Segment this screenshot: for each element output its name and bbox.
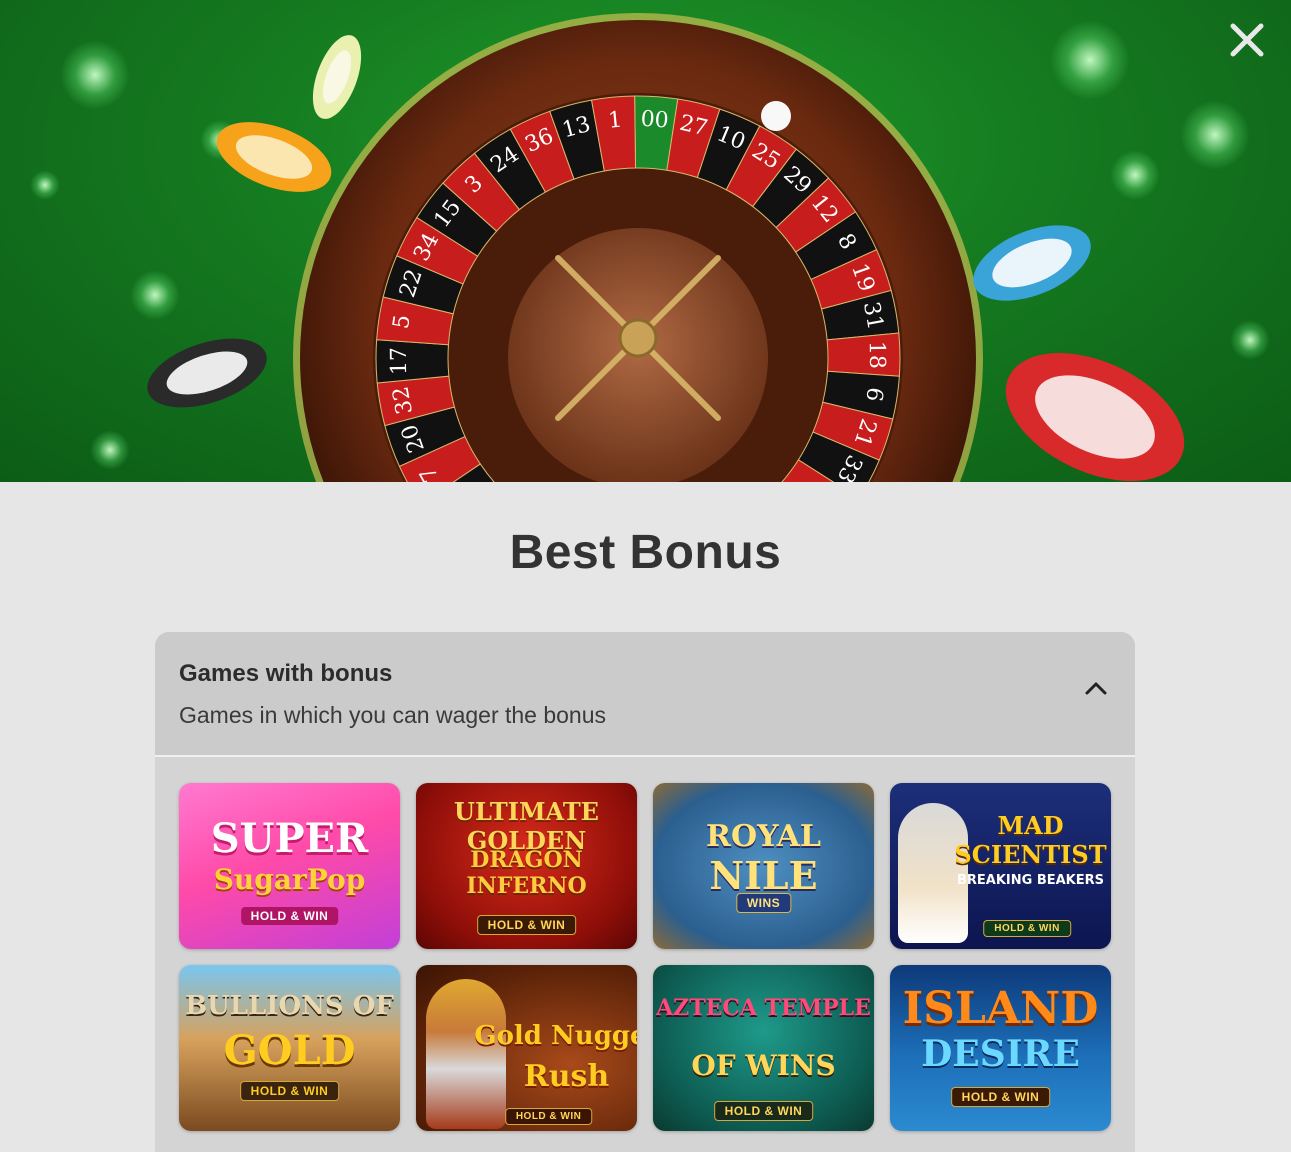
- section-subtitle: Games in which you can wager the bonus: [179, 702, 607, 728]
- close-icon[interactable]: [1227, 20, 1267, 60]
- poker-chip-icon: [973, 225, 1091, 301]
- sparkle: [1230, 320, 1270, 360]
- game-title-line1: BULLIONS OF: [185, 991, 394, 1021]
- wheel-number: 17: [387, 347, 412, 375]
- sparkle: [30, 170, 60, 200]
- page-title: Best Bonus: [509, 526, 782, 579]
- hero-banner: 00 27 10 25 29 12 8 19 31 18 6 21 33 16 4 23 35 14 2 0 28 9 26…: [0, 0, 1291, 482]
- wheel-number: 18: [864, 341, 889, 369]
- game-title-line1: ISLAND: [902, 983, 1099, 1034]
- sparkle: [130, 270, 180, 320]
- game-title-line1: ROYAL: [706, 819, 821, 854]
- game-badge: HOLD & WIN: [239, 1081, 340, 1101]
- game-badge: HOLD & WIN: [240, 907, 339, 925]
- game-title-line2: Rush: [523, 1059, 610, 1094]
- game-title-line1: AZTECA TEMPLE: [656, 995, 871, 1021]
- wheel-number: 00: [640, 107, 670, 134]
- game-title-line2: SugarPop: [213, 863, 366, 896]
- game-badge: HOLD & WIN: [504, 1108, 593, 1125]
- game-badge: WINS: [735, 893, 792, 913]
- roulette-wheel-image: 00 27 102529128193118621331642335142028926…: [293, 13, 983, 482]
- game-title-line2: DESIRE: [921, 1033, 1080, 1075]
- poker-chip-icon: [147, 338, 267, 408]
- games-with-bonus-panel: Games with bonus Games in which you can …: [155, 632, 1135, 1152]
- game-badge: HOLD & WIN: [950, 1087, 1051, 1107]
- wheel-number: 32: [388, 384, 418, 416]
- sparkle: [1180, 100, 1250, 170]
- sparkle: [90, 430, 130, 470]
- game-title-line2: NILE: [709, 853, 818, 898]
- game-title-line2: OF WINS: [691, 1049, 836, 1082]
- game-tile-azteca-temple-of-wins[interactable]: AZTECA TEMPLE OF WINS HOLD & WIN: [653, 965, 874, 1131]
- wheel-number: 31: [858, 300, 888, 332]
- poker-chip-icon: [1005, 352, 1185, 482]
- poker-chip-icon: [312, 35, 362, 119]
- game-tile-mad-scientist[interactable]: MAD SCIENTIST BREAKING BEAKERS HOLD & WI…: [890, 783, 1111, 949]
- game-badge: HOLD & WIN: [476, 915, 577, 935]
- game-tile-royal-nile[interactable]: ROYAL NILE WINS: [653, 783, 874, 949]
- game-title-line2: DRAGON INFERNO: [466, 847, 587, 899]
- game-tile-gold-nugget-rush[interactable]: Gold Nugget Rush HOLD & WIN: [416, 965, 637, 1131]
- game-title-line2: GOLD: [223, 1027, 356, 1074]
- game-tile-island-desire[interactable]: ISLAND DESIRE HOLD & WIN: [890, 965, 1111, 1131]
- game-title-line1: MAD SCIENTIST: [954, 811, 1107, 869]
- game-title-line1: SUPER: [210, 815, 369, 862]
- game-tile-ultimate-golden-dragon-inferno[interactable]: ULTIMATE GOLDEN DRAGON INFERNO HOLD & WI…: [416, 783, 637, 949]
- section-title: Games with bonus: [179, 660, 393, 687]
- game-tile-super-sugarpop[interactable]: SUPER SugarPop HOLD & WIN: [179, 783, 400, 949]
- miner-character: [426, 979, 506, 1129]
- game-title-line2: BREAKING BEAKERS: [956, 873, 1105, 888]
- games-section-header[interactable]: Games with bonus Games in which you can …: [155, 632, 1135, 757]
- game-tile-bullions-of-gold[interactable]: BULLIONS OF GOLD HOLD & WIN: [179, 965, 400, 1131]
- game-title-line1: Gold Nugget: [474, 1021, 637, 1051]
- sparkle: [60, 40, 130, 110]
- game-badge: HOLD & WIN: [983, 920, 1071, 937]
- sparkle: [1110, 150, 1160, 200]
- chevron-up-icon[interactable]: [1081, 676, 1111, 700]
- sparkle: [1050, 20, 1130, 100]
- game-badge: HOLD & WIN: [713, 1101, 814, 1121]
- wheel-number: 1: [607, 107, 623, 133]
- poker-chip-icon: [216, 122, 332, 192]
